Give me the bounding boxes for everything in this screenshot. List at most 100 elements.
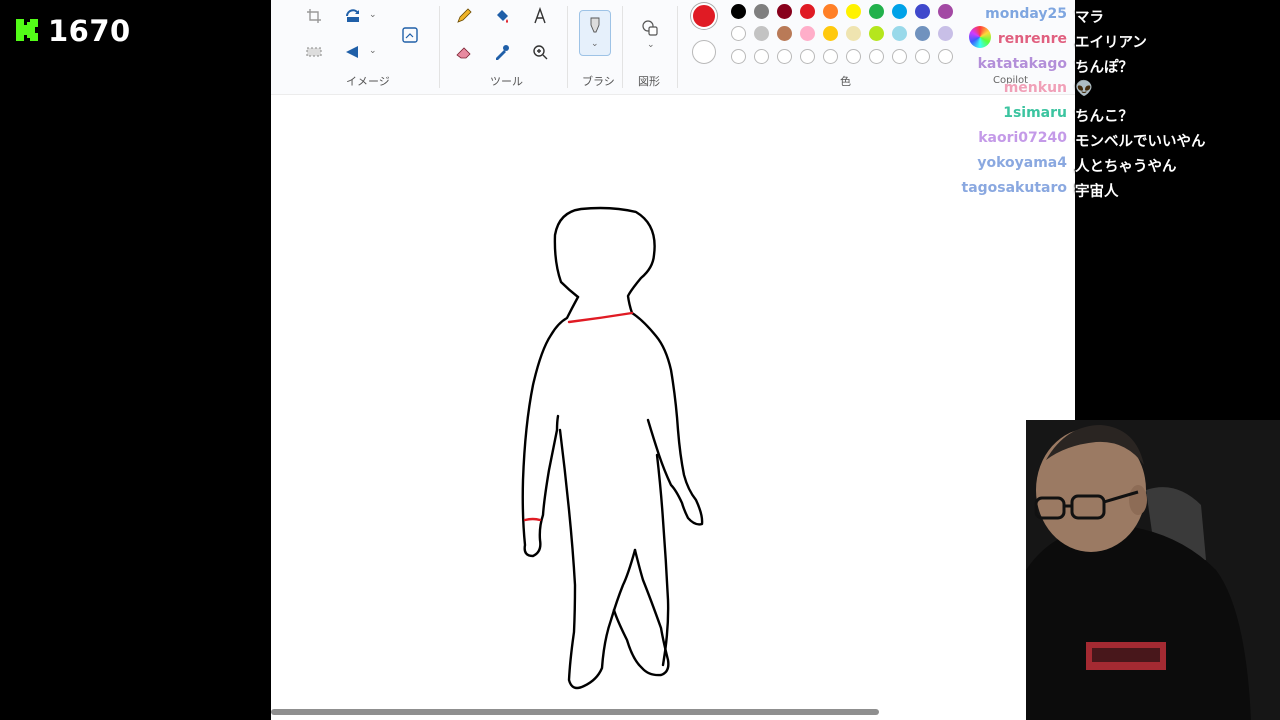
eyedropper-icon [496, 45, 509, 60]
color-swatch[interactable] [846, 26, 861, 41]
chat-username[interactable]: kaori07240 [978, 130, 1067, 146]
magnifier-button[interactable] [529, 41, 551, 63]
paint-window: ⌄ ⌄ イメージ ツール ⌄ ブラシ ⌄ 図形 色 [271, 0, 1075, 720]
chat-username[interactable]: renrenre [998, 31, 1067, 47]
selection-icon [306, 47, 322, 57]
chat-text: 人とちゃうやん [1075, 158, 1177, 175]
brushes-button[interactable]: ⌄ [579, 10, 611, 56]
brush-group-label: ブラシ [582, 75, 615, 88]
crop-button[interactable] [303, 5, 325, 27]
color-swatch[interactable] [915, 4, 930, 19]
custom-color-slot[interactable] [731, 49, 746, 64]
color-swatch[interactable] [754, 26, 769, 41]
rotate-icon [346, 9, 359, 22]
colors-group-label: 色 [840, 75, 851, 88]
horizontal-scrollbar[interactable] [271, 709, 879, 715]
custom-color-slot[interactable] [938, 49, 953, 64]
color-swatch[interactable] [823, 26, 838, 41]
chat-username[interactable]: monday25 [985, 6, 1067, 22]
chat-message: yokoyama4 人とちゃうやん [960, 153, 1280, 178]
figure-drawing [521, 206, 704, 690]
chat-text: マラ [1075, 10, 1104, 26]
viewer-count: 1670 [48, 14, 131, 48]
custom-color-slot[interactable] [754, 49, 769, 64]
streamer-image [1026, 420, 1280, 720]
color-swatch[interactable] [915, 26, 930, 41]
fill-button[interactable] [491, 5, 513, 27]
color-swatch[interactable] [938, 26, 953, 41]
chat-username[interactable]: menkun [1004, 80, 1067, 96]
color-swatch[interactable] [777, 26, 792, 41]
color-swatch[interactable] [754, 4, 769, 19]
chat-username[interactable]: tagosakutaro [962, 180, 1068, 196]
resize-icon [402, 27, 418, 43]
color-picker-button[interactable] [491, 41, 513, 63]
chat-username[interactable]: 1simaru [1003, 105, 1067, 121]
eraser-button[interactable] [453, 41, 475, 63]
color-swatch[interactable] [731, 4, 746, 19]
color-swatch[interactable] [777, 4, 792, 19]
select-button[interactable] [303, 41, 325, 63]
flip-button[interactable] [342, 41, 364, 63]
color-swatch[interactable] [869, 26, 884, 41]
chat-message: katatakago ちんぽ？ [960, 54, 1280, 79]
pencil-button[interactable] [453, 5, 475, 27]
image-group-label: イメージ [346, 75, 390, 88]
custom-color-slot[interactable] [823, 49, 838, 64]
text-icon [534, 7, 546, 24]
rotate-button[interactable] [342, 5, 364, 27]
custom-color-slot[interactable] [777, 49, 792, 64]
custom-color-slot[interactable] [915, 49, 930, 64]
webcam-feed [1026, 420, 1280, 720]
shapes-button[interactable] [639, 17, 661, 39]
brush-icon [590, 17, 600, 33]
divider [622, 6, 623, 88]
kick-logo-icon [16, 19, 38, 41]
pencil-icon [457, 8, 472, 23]
left-leg-outline [558, 428, 637, 690]
eraser-icon [456, 47, 471, 59]
viewer-counter: 1670 [14, 14, 131, 46]
paint-bucket-icon [497, 10, 508, 23]
chat-message: kaori07240 モンベルでいいやん [960, 128, 1280, 153]
color-swatch[interactable] [823, 4, 838, 19]
color-swatch[interactable] [846, 4, 861, 19]
divider [439, 6, 440, 88]
color-swatch[interactable] [892, 26, 907, 41]
flip-icon [346, 46, 358, 58]
color-swatch[interactable] [869, 4, 884, 19]
wrist-line [523, 517, 542, 522]
ribbon-toolbar: ⌄ ⌄ イメージ ツール ⌄ ブラシ ⌄ 図形 色 [271, 0, 1075, 95]
chat-text: エイリアン [1075, 34, 1147, 51]
custom-color-slot[interactable] [846, 49, 861, 64]
chat-text: ちんぽ？ [1075, 59, 1133, 76]
custom-color-slot[interactable] [800, 49, 815, 64]
crop-icon [307, 9, 321, 23]
chat-username[interactable]: katatakago [978, 56, 1067, 72]
neck-line [567, 311, 634, 324]
flip-dropdown-chevron-icon[interactable]: ⌄ [369, 46, 377, 56]
chat-text: モンベルでいいやん [1075, 133, 1206, 150]
resize-button[interactable] [399, 24, 421, 46]
secondary-color-swatch[interactable] [692, 40, 716, 64]
color-swatch[interactable] [800, 26, 815, 41]
custom-color-slot[interactable] [892, 49, 907, 64]
chat-username[interactable]: yokoyama4 [977, 155, 1067, 171]
text-button[interactable] [529, 5, 551, 27]
custom-color-slot[interactable] [869, 49, 884, 64]
rotate-dropdown-chevron-icon[interactable]: ⌄ [369, 10, 377, 20]
divider [677, 6, 678, 88]
color-swatch[interactable] [938, 4, 953, 19]
color-swatch[interactable] [731, 26, 746, 41]
shapes-group-label: 図形 [638, 75, 660, 88]
chat-overlay: monday25 マラ renrenre エイリアン katatakago ちんぽ？ men… [960, 4, 1280, 202]
drawing-canvas[interactable] [271, 96, 1075, 720]
chat-message: renrenre エイリアン [960, 29, 1280, 54]
shapes-dropdown-chevron-icon[interactable]: ⌄ [647, 40, 655, 50]
color-swatch[interactable] [800, 4, 815, 19]
tools-group-label: ツール [490, 75, 523, 88]
chat-text: ちんこ？ [1075, 109, 1133, 126]
shapes-icon [642, 20, 658, 36]
active-color-swatch[interactable] [691, 3, 717, 29]
color-swatch[interactable] [892, 4, 907, 19]
